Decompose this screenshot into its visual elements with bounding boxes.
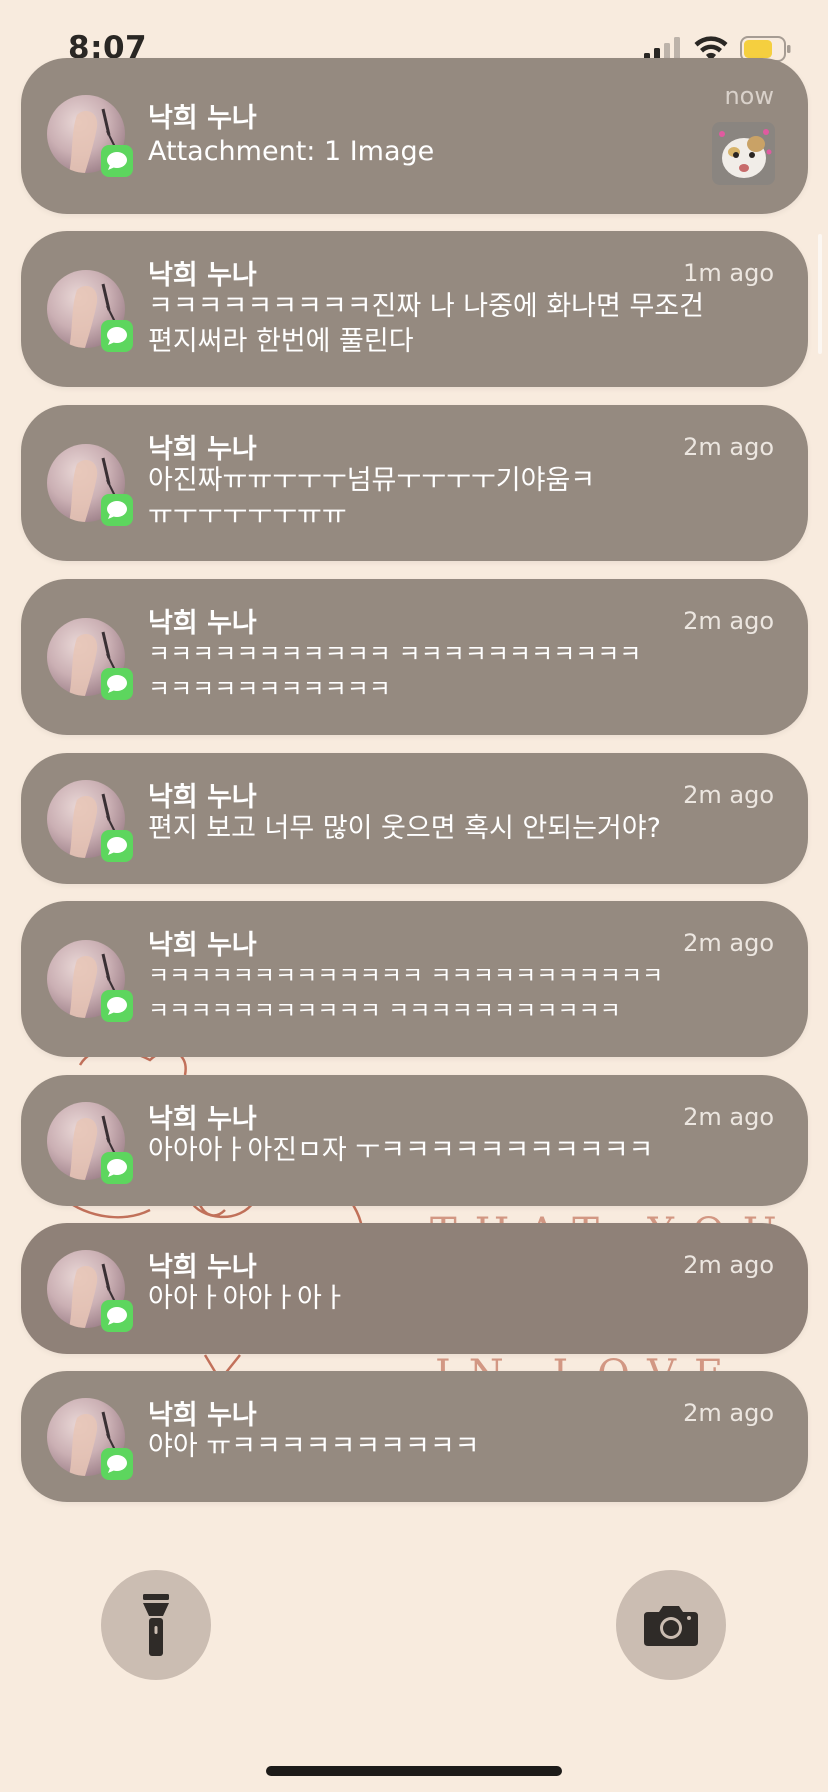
messages-app-icon bbox=[101, 1448, 133, 1480]
notification-time: 2m ago bbox=[683, 1399, 774, 1427]
notification-card[interactable]: 낙희 누나 1m ago ㅋㅋㅋㅋㅋㅋㅋㅋㅋ진짜 나 나중에 화나면 무조건 편… bbox=[21, 231, 808, 387]
notification-body: ㅋㅋㅋㅋㅋㅋㅋㅋㅋㅋㅋ ㅋㅋㅋㅋㅋㅋㅋㅋㅋㅋㅋ ㅋㅋㅋㅋㅋㅋㅋㅋㅋㅋㅋ bbox=[148, 640, 642, 703]
notification-card[interactable]: 낙희 누나 2m ago ㅋㅋㅋㅋㅋㅋㅋㅋㅋㅋㅋㅋㅋ ㅋㅋㅋㅋㅋㅋㅋㅋㅋㅋㅋ ㅋ… bbox=[21, 901, 808, 1057]
sender-name: 낙희 누나 bbox=[148, 1400, 257, 1431]
camera-button[interactable] bbox=[616, 1570, 726, 1680]
messages-app-icon bbox=[101, 494, 133, 526]
contact-avatar bbox=[47, 270, 153, 370]
notification-card[interactable]: 낙희 누나 now Attachment: 1 Image bbox=[21, 58, 808, 214]
contact-avatar bbox=[47, 444, 153, 544]
notification-card[interactable]: 낙희 누나 2m ago 아아아ㅏ아진ㅁ자 ㅜㅋㅋㅋㅋㅋㅋㅋㅋㅋㅋㅋ bbox=[21, 1075, 808, 1206]
notification-time: 2m ago bbox=[683, 433, 774, 461]
sender-name: 낙희 누나 bbox=[148, 434, 257, 465]
image-thumbnail bbox=[712, 122, 775, 185]
contact-avatar bbox=[47, 95, 153, 195]
notification-card[interactable]: 낙희 누나 2m ago 편지 보고 너무 많이 웃으면 혹시 안되는거야? bbox=[21, 753, 808, 884]
notification-time: 2m ago bbox=[683, 1251, 774, 1279]
sender-name: 낙희 누나 bbox=[148, 782, 257, 813]
camera-icon bbox=[644, 1606, 698, 1646]
notification-body: Attachment: 1 Image bbox=[148, 136, 435, 167]
flashlight-icon bbox=[143, 1594, 169, 1656]
notification-body: 아아ㅏ아아ㅏ아ㅏ bbox=[148, 1283, 347, 1314]
notification-time: 2m ago bbox=[683, 929, 774, 957]
notification-body: ㅋㅋㅋㅋㅋㅋㅋㅋㅋㅋㅋㅋㅋ ㅋㅋㅋㅋㅋㅋㅋㅋㅋㅋㅋ ㅋㅋㅋㅋㅋㅋㅋㅋㅋㅋㅋ ㅋㅋ… bbox=[148, 963, 664, 1024]
notification-body: 아아아ㅏ아진ㅁ자 ㅜㅋㅋㅋㅋㅋㅋㅋㅋㅋㅋㅋ bbox=[148, 1135, 654, 1166]
notification-body: 아진짜ㅠㅠㅜㅜㅜ넘뮤ㅜㅜㅜㅜ기야움ㅋ ㅠㅜㅜㅜㅜㅜㅠㅠ bbox=[148, 465, 596, 531]
notification-time: 2m ago bbox=[683, 607, 774, 635]
notification-body: ㅋㅋㅋㅋㅋㅋㅋㅋㅋ진짜 나 나중에 화나면 무조건 편지써라 한번에 풀린다 bbox=[148, 291, 704, 357]
messages-app-icon bbox=[101, 320, 133, 352]
notification-time: 2m ago bbox=[683, 1103, 774, 1131]
contact-avatar bbox=[47, 618, 153, 718]
messages-app-icon bbox=[101, 145, 133, 177]
notification-card[interactable]: 낙희 누나 2m ago 아아ㅏ아아ㅏ아ㅏ bbox=[21, 1223, 808, 1354]
notification-body: 편지 보고 너무 많이 웃으면 혹시 안되는거야? bbox=[148, 813, 661, 844]
contact-avatar bbox=[47, 1250, 153, 1350]
sender-name: 낙희 누나 bbox=[148, 1252, 257, 1283]
notification-time: now bbox=[724, 82, 774, 110]
contact-avatar bbox=[47, 780, 153, 880]
sender-name: 낙희 누나 bbox=[148, 103, 257, 134]
scroll-indicator bbox=[818, 234, 822, 354]
contact-avatar bbox=[47, 940, 153, 1040]
contact-avatar bbox=[47, 1102, 153, 1202]
notification-time: 1m ago bbox=[683, 259, 774, 287]
flashlight-button[interactable] bbox=[101, 1570, 211, 1680]
sender-name: 낙희 누나 bbox=[148, 1104, 257, 1135]
messages-app-icon bbox=[101, 830, 133, 862]
messages-app-icon bbox=[101, 668, 133, 700]
sender-name: 낙희 누나 bbox=[148, 260, 257, 291]
notification-card[interactable]: 낙희 누나 2m ago 야아 ㅠㅋㅋㅋㅋㅋㅋㅋㅋㅋㅋ bbox=[21, 1371, 808, 1502]
home-indicator[interactable] bbox=[266, 1766, 562, 1776]
cat-photo-icon bbox=[712, 122, 775, 185]
messages-app-icon bbox=[101, 1152, 133, 1184]
notification-time: 2m ago bbox=[683, 781, 774, 809]
notification-body: 야아 ㅠㅋㅋㅋㅋㅋㅋㅋㅋㅋㅋ bbox=[148, 1431, 480, 1462]
notification-card[interactable]: 낙희 누나 2m ago 아진짜ㅠㅠㅜㅜㅜ넘뮤ㅜㅜㅜㅜ기야움ㅋ ㅠㅜㅜㅜㅜㅜㅠㅠ bbox=[21, 405, 808, 561]
notification-card[interactable]: 낙희 누나 2m ago ㅋㅋㅋㅋㅋㅋㅋㅋㅋㅋㅋ ㅋㅋㅋㅋㅋㅋㅋㅋㅋㅋㅋ ㅋㅋㅋ… bbox=[21, 579, 808, 735]
sender-name: 낙희 누나 bbox=[148, 930, 257, 961]
messages-app-icon bbox=[101, 990, 133, 1022]
messages-app-icon bbox=[101, 1300, 133, 1332]
contact-avatar bbox=[47, 1398, 153, 1498]
sender-name: 낙희 누나 bbox=[148, 608, 257, 639]
